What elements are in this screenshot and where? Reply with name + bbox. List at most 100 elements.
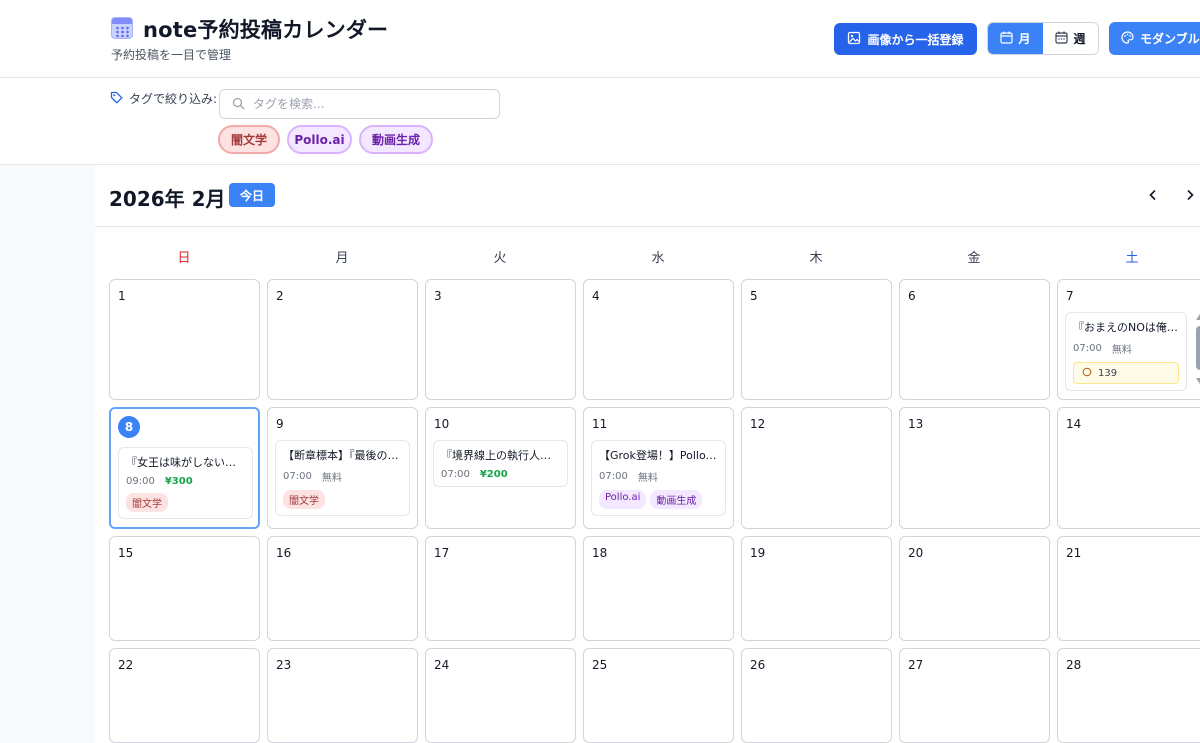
day-number: 25 <box>592 658 608 672</box>
event-price: ¥300 <box>164 476 193 487</box>
day-cell[interactable]: 27 <box>899 648 1050 743</box>
event-card[interactable]: 『境界線上の執行人』二… 07:00 ¥200 <box>433 440 568 487</box>
event-card[interactable]: 【断章標本】『最後の手紙… 07:00 無料 闇文学 <box>275 440 410 516</box>
theme-label: モダンブルー <box>1140 32 1200 46</box>
comment-count: 139 <box>1098 367 1118 379</box>
event-price: 無料 <box>1111 345 1132 356</box>
tag-search-box[interactable] <box>219 89 500 119</box>
day-cell[interactable]: 19 <box>741 536 892 641</box>
bulk-import-label: 画像から一括登録 <box>867 32 964 47</box>
month-view-button[interactable]: 月 <box>988 23 1043 54</box>
scroll-down-arrow-icon[interactable] <box>1196 378 1200 384</box>
day-cell[interactable]: 2 <box>267 279 418 400</box>
day-cell[interactable]: 15 <box>109 536 260 641</box>
day-cell[interactable]: 7 『おまえのNOは俺のYE… 07:00 無料 139 <box>1057 279 1200 400</box>
day-cell[interactable]: 14 <box>1057 407 1200 529</box>
chevron-right-icon <box>1184 186 1196 205</box>
next-month-button[interactable] <box>1178 183 1200 207</box>
view-toggle: 月 週 <box>987 22 1099 55</box>
calendar-icon <box>1000 31 1014 47</box>
theme-button[interactable]: モダンブルー <box>1109 22 1200 55</box>
month-view-label: 月 <box>1018 32 1031 46</box>
app-window: note予約投稿カレンダー 予約投稿を一目で管理 画像から一括登録 月 週 モダ… <box>0 0 1200 743</box>
event-time: 07:00 <box>283 471 312 482</box>
day-cell[interactable]: 24 <box>425 648 576 743</box>
day-number: 6 <box>908 289 916 303</box>
app-header: note予約投稿カレンダー 予約投稿を一目で管理 画像から一括登録 月 週 モダ… <box>0 0 1200 78</box>
today-button[interactable]: 今日 <box>229 183 275 207</box>
day-number: 12 <box>750 417 766 431</box>
day-number: 23 <box>276 658 292 672</box>
day-cell[interactable]: 22 <box>109 648 260 743</box>
day-cell[interactable]: 1 <box>109 279 260 400</box>
day-number: 13 <box>908 417 924 431</box>
day-cell[interactable]: 11 【Grok登場！】Pollo.ai×… 07:00 無料 Pollo.ai… <box>583 407 734 529</box>
weekday-sat: 土 <box>1125 251 1139 266</box>
event-card[interactable]: 【Grok登場！】Pollo.ai×… 07:00 無料 Pollo.ai 動画… <box>591 440 726 516</box>
day-cell[interactable]: 12 <box>741 407 892 529</box>
tag-chip-dark-literature[interactable]: 闇文学 <box>218 125 280 154</box>
day-number: 27 <box>908 658 924 672</box>
day-cell[interactable]: 28 <box>1057 648 1200 743</box>
day-number: 19 <box>750 546 766 560</box>
day-cell[interactable]: 25 <box>583 648 734 743</box>
event-title: 『女王は味がしない』｜夏… <box>126 456 245 469</box>
event-tag: Pollo.ai <box>599 490 647 509</box>
weekday-wed: 水 <box>651 251 665 266</box>
day-cell[interactable]: 10 『境界線上の執行人』二… 07:00 ¥200 <box>425 407 576 529</box>
day-number: 28 <box>1066 658 1082 672</box>
event-title: 【Grok登場！】Pollo.ai×… <box>599 449 718 462</box>
app-subtitle: 予約投稿を一目で管理 <box>111 48 232 62</box>
day-cell[interactable]: 6 <box>899 279 1050 400</box>
day-cell[interactable]: 16 <box>267 536 418 641</box>
event-title: 『境界線上の執行人』二… <box>441 449 560 462</box>
tag-filter-text: タグで絞り込み: <box>129 92 218 106</box>
cell-scrollbar[interactable] <box>1195 314 1200 388</box>
day-cell[interactable]: 5 <box>741 279 892 400</box>
event-time: 07:00 <box>441 469 470 480</box>
event-tag: 動画生成 <box>650 490 703 509</box>
image-import-icon <box>847 31 861 48</box>
weekday-fri: 金 <box>967 251 981 266</box>
prev-month-button[interactable] <box>1141 183 1165 207</box>
day-number: 21 <box>1066 546 1082 560</box>
day-cell-today[interactable]: 8 『女王は味がしない』｜夏… 09:00 ¥300 闇文学 <box>109 407 260 529</box>
calendar-app-icon <box>111 17 133 39</box>
tag-search-input[interactable] <box>253 97 483 111</box>
chevron-left-icon <box>1147 186 1159 205</box>
bulk-import-button[interactable]: 画像から一括登録 <box>834 23 977 55</box>
scroll-up-arrow-icon[interactable] <box>1196 314 1200 320</box>
day-number: 17 <box>434 546 450 560</box>
day-cell[interactable]: 9 【断章標本】『最後の手紙… 07:00 無料 闇文学 <box>267 407 418 529</box>
week-view-button[interactable]: 週 <box>1043 23 1098 54</box>
day-cell[interactable]: 13 <box>899 407 1050 529</box>
event-meta: 07:00 ¥200 <box>441 469 560 480</box>
event-price: ¥200 <box>479 469 508 480</box>
day-number: 24 <box>434 658 450 672</box>
day-cell[interactable]: 20 <box>899 536 1050 641</box>
day-cell[interactable]: 23 <box>267 648 418 743</box>
today-day-number: 8 <box>118 416 140 438</box>
tag-chip-pollo-ai[interactable]: Pollo.ai <box>287 125 352 154</box>
day-number: 3 <box>434 289 442 303</box>
app-title: note予約投稿カレンダー <box>143 18 389 42</box>
day-number: 5 <box>750 289 758 303</box>
day-cell[interactable]: 26 <box>741 648 892 743</box>
day-number: 10 <box>434 417 450 431</box>
tag-filter: タグで絞り込み: 闇文学 Pollo.ai 動画生成 <box>0 78 1200 165</box>
day-cell[interactable]: 18 <box>583 536 734 641</box>
day-cell[interactable]: 3 <box>425 279 576 400</box>
event-meta: 07:00 無料 <box>599 469 718 484</box>
event-time: 07:00 <box>1073 343 1102 354</box>
day-number: 22 <box>118 658 134 672</box>
day-number: 26 <box>750 658 766 672</box>
day-cell[interactable]: 4 <box>583 279 734 400</box>
event-time: 09:00 <box>126 476 155 487</box>
day-cell[interactable]: 17 <box>425 536 576 641</box>
day-cell[interactable]: 21 <box>1057 536 1200 641</box>
event-card[interactable]: 『おまえのNOは俺のYE… 07:00 無料 139 <box>1065 312 1187 391</box>
event-card[interactable]: 『女王は味がしない』｜夏… 09:00 ¥300 闇文学 <box>118 447 253 519</box>
tag-chip-video-generation[interactable]: 動画生成 <box>359 125 433 154</box>
event-tags: 闇文学 <box>126 493 245 512</box>
scroll-thumb[interactable] <box>1196 326 1200 370</box>
